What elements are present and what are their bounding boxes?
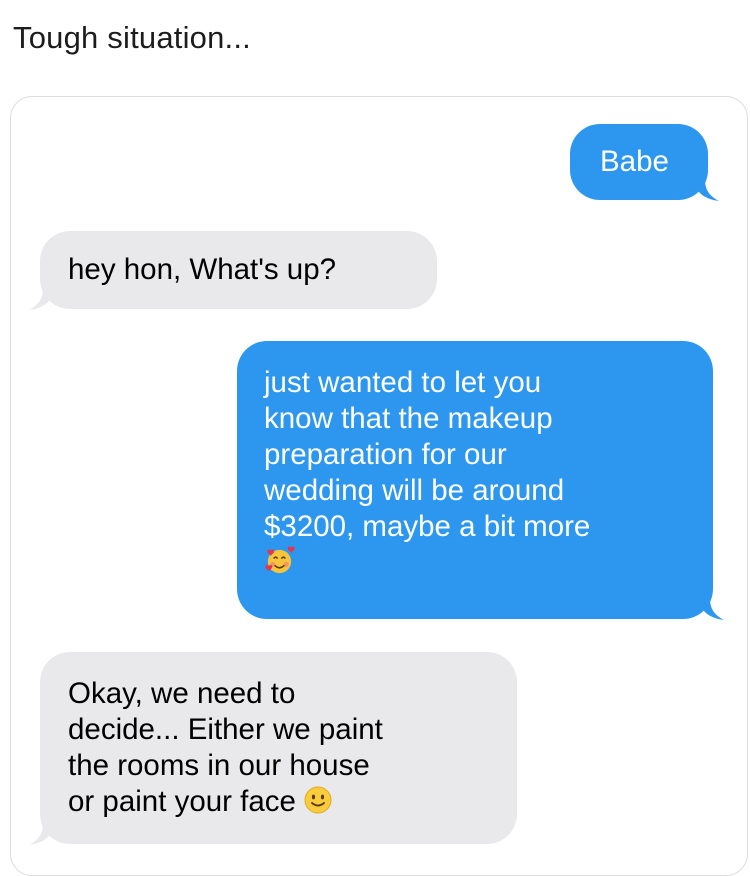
received-message-bubble[interactable]: Okay, we need to decide... Either we pai… [29,652,517,845]
message-text: Babe [600,145,669,178]
bubble-tail [29,823,55,845]
message-text: Okay, we need to decide... Either we pai… [68,677,383,818]
sent-message-bubble[interactable]: just wanted to let you know that the mak… [237,341,724,620]
message-text: just wanted to let you know that the mak… [264,366,591,543]
bubble-tail [698,598,724,620]
smiling-face-with-hearts-emoji [265,546,295,574]
message-text: hey hon, What's up? [68,253,337,286]
bubble-tail [693,179,719,201]
received-message-bubble[interactable]: hey hon, What's up? [29,231,437,310]
post-title: Tough situation... [13,20,251,55]
sent-message-bubble[interactable]: Babe [570,124,719,201]
slightly-smiling-face-emoji [304,786,332,814]
bubble-tail [29,288,55,310]
